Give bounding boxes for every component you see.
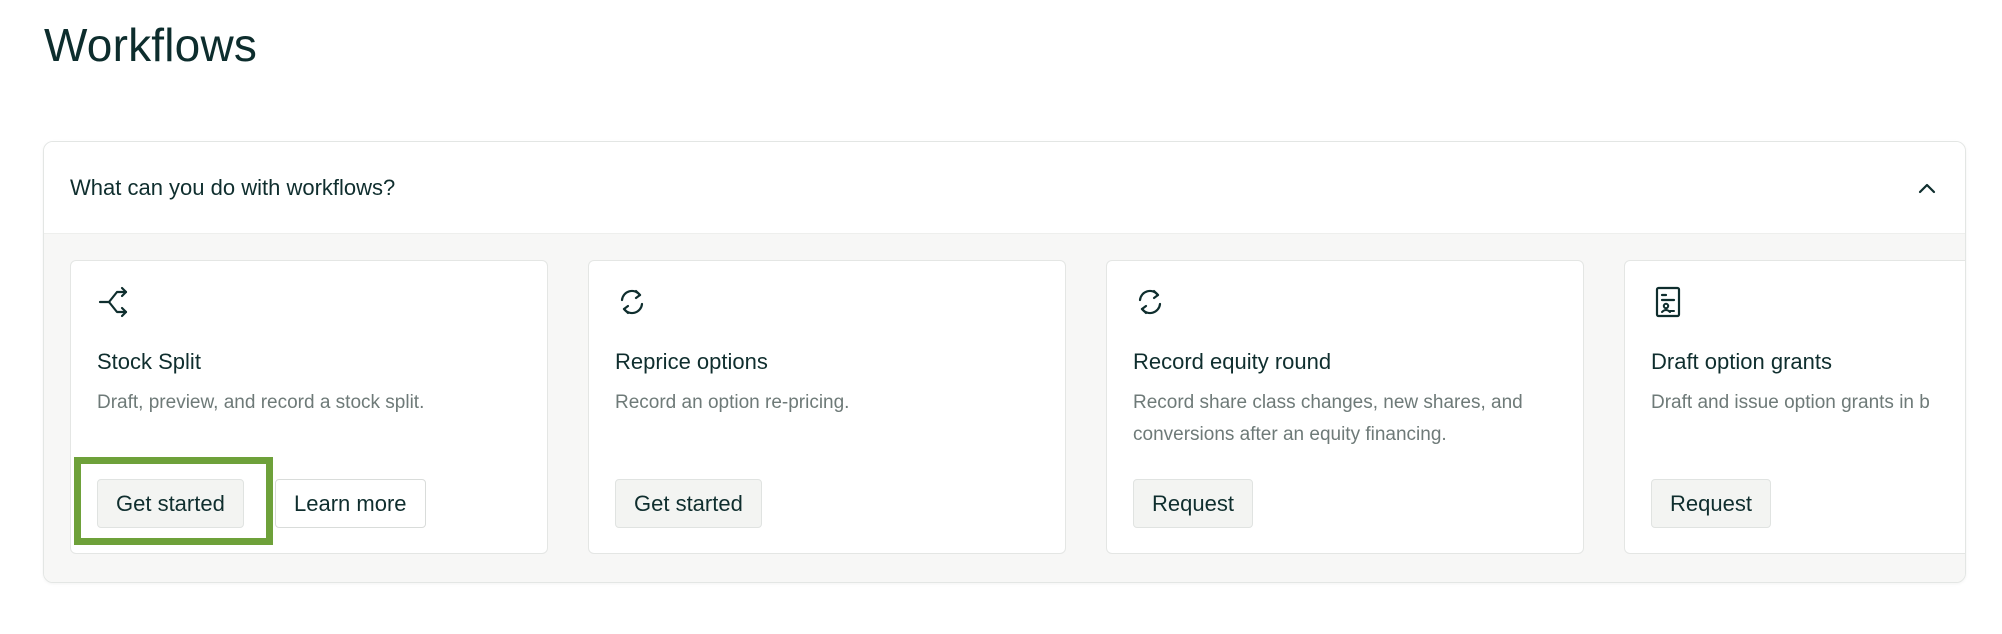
workflow-card-record-equity-round: Record equity round Record share class c…: [1106, 260, 1584, 554]
request-button[interactable]: Request: [1133, 479, 1253, 528]
workflow-card-stock-split: Stock Split Draft, preview, and record a…: [70, 260, 548, 554]
workflows-info-panel: What can you do with workflows? Stock Sp…: [43, 141, 1966, 583]
request-button[interactable]: Request: [1651, 479, 1771, 528]
learn-more-button[interactable]: Learn more: [275, 479, 426, 528]
card-title: Record equity round: [1133, 349, 1332, 374]
card-description: Draft, preview, and record a stock split…: [97, 392, 425, 413]
split-arrows-icon: [97, 285, 131, 319]
refresh-icon: [1133, 285, 1167, 319]
workflow-card-reprice-options: Reprice options Record an option re-pric…: [588, 260, 1066, 554]
panel-header[interactable]: What can you do with workflows?: [44, 142, 1965, 234]
card-title: Draft option grants: [1651, 349, 1832, 374]
card-description: Record an option re-pricing.: [615, 392, 850, 413]
chevron-up-icon[interactable]: [1915, 176, 1939, 200]
get-started-button[interactable]: Get started: [97, 479, 244, 528]
card-title: Reprice options: [615, 349, 768, 374]
page-title: Workflows: [44, 19, 258, 71]
get-started-button[interactable]: Get started: [615, 479, 762, 528]
workflow-cards-row: Stock Split Draft, preview, and record a…: [44, 234, 1965, 582]
document-certificate-icon: [1651, 285, 1685, 319]
panel-header-title: What can you do with workflows?: [70, 174, 396, 200]
card-description: Record share class changes, new shares, …: [1133, 392, 1523, 445]
card-title: Stock Split: [97, 349, 201, 374]
card-description: Draft and issue option grants in b: [1651, 392, 1930, 413]
workflow-card-draft-option-grants: Draft option grants Draft and issue opti…: [1624, 260, 1965, 554]
refresh-icon: [615, 285, 649, 319]
